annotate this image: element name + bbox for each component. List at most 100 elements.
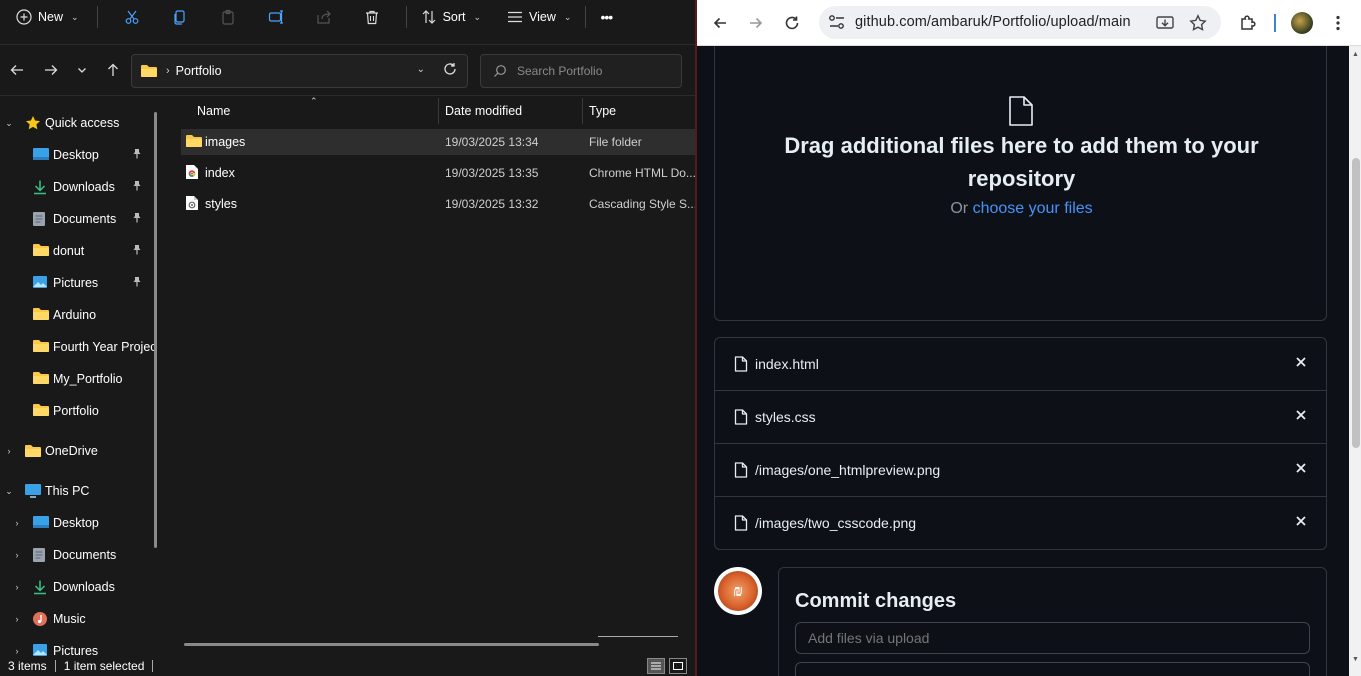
nav-this-pc[interactable]: ⌄ This PC: [0, 476, 150, 506]
cut-button[interactable]: [108, 2, 156, 32]
pin-icon[interactable]: [132, 212, 142, 226]
nav-quick-access[interactable]: ⌄ Quick access: [0, 108, 150, 138]
chevron-right-icon[interactable]: ›: [3, 446, 15, 456]
extensions-button[interactable]: [1236, 11, 1260, 35]
horizontal-scrollbar[interactable]: [184, 643, 599, 646]
share-button[interactable]: [300, 2, 348, 32]
status-divider: [152, 660, 154, 672]
file-row[interactable]: index 19/03/2025 13:35 Chrome HTML Do...: [181, 160, 695, 186]
more-options-button[interactable]: •••: [596, 2, 616, 32]
column-header-date[interactable]: Date modified: [445, 96, 522, 126]
browser-menu-button[interactable]: [1326, 11, 1350, 35]
pin-icon[interactable]: [132, 244, 142, 258]
pc-item-music[interactable]: › Music: [0, 604, 150, 634]
delete-button[interactable]: [348, 2, 396, 32]
sidebar-item-arduino[interactable]: Arduino: [0, 300, 150, 330]
browser-forward-button[interactable]: [744, 11, 768, 35]
remove-file-button[interactable]: [1295, 355, 1307, 373]
nav-onedrive[interactable]: › OneDrive: [0, 436, 150, 466]
refresh-icon: [444, 63, 456, 75]
remove-file-button[interactable]: [1295, 514, 1307, 532]
chevron-right-icon[interactable]: ›: [11, 518, 23, 528]
sidebar-item-my-portfolio[interactable]: My_Portfolio: [0, 364, 150, 394]
remove-file-button[interactable]: [1295, 461, 1307, 479]
pin-icon[interactable]: [132, 148, 142, 162]
pc-item-desktop[interactable]: › Desktop: [0, 508, 150, 538]
search-input[interactable]: Search Portfolio: [480, 54, 682, 88]
pc-item-documents[interactable]: › Documents: [0, 540, 150, 570]
tiles-view-button[interactable]: [669, 658, 687, 674]
details-view-button[interactable]: [647, 658, 665, 674]
chevron-right-icon[interactable]: ›: [11, 582, 23, 592]
chevron-right-icon[interactable]: ›: [11, 646, 23, 656]
column-header-type[interactable]: Type: [589, 96, 616, 126]
pin-icon[interactable]: [132, 180, 142, 194]
commit-description-input[interactable]: [795, 662, 1310, 676]
copy-button[interactable]: [156, 2, 204, 32]
site-settings-icon[interactable]: [828, 14, 846, 30]
file-row[interactable]: styles 19/03/2025 13:32 Cascading Style S.…: [181, 191, 695, 217]
document-icon: [32, 211, 50, 227]
sidebar-item-portfolio[interactable]: Portfolio: [0, 396, 150, 426]
sidebar-item-documents[interactable]: Documents: [0, 204, 150, 234]
sidebar-item-donut[interactable]: donut: [0, 236, 150, 266]
browser-reload-button[interactable]: [780, 11, 804, 35]
file-type: File folder: [589, 135, 642, 149]
chevron-right-icon[interactable]: ›: [11, 550, 23, 560]
address-bar[interactable]: › Portfolio ⌄: [131, 54, 468, 88]
pin-icon[interactable]: [132, 276, 142, 290]
user-avatar[interactable]: ₪: [714, 567, 762, 615]
recent-locations-button[interactable]: [68, 55, 96, 85]
uploaded-files-list: index.html styles.css/images/one_htmlprev…: [714, 337, 1327, 550]
scroll-up-arrow[interactable]: ▲: [1352, 51, 1359, 58]
new-button[interactable]: New ⌄: [12, 2, 87, 32]
rename-button[interactable]: [252, 2, 300, 32]
sidebar-item-label: Fourth Year Projec: [53, 340, 157, 354]
page-scrollbar[interactable]: ▲ ▼: [1349, 46, 1361, 676]
file-row[interactable]: images 19/03/2025 13:34 File folder: [181, 129, 695, 155]
chevron-right-icon[interactable]: ›: [11, 614, 23, 624]
scrollbar-thumb[interactable]: [1352, 158, 1360, 448]
column-header-name[interactable]: Name: [197, 96, 230, 126]
paste-button[interactable]: [204, 2, 252, 32]
install-app-button[interactable]: [1153, 11, 1177, 35]
toolbar-divider: [405, 6, 407, 28]
browser-toolbar: github.com/ambaruk/Portfolio/upload/main: [697, 0, 1361, 46]
file-date: 19/03/2025 13:35: [445, 166, 539, 180]
view-button[interactable]: View ⌄: [503, 2, 575, 32]
pc-item-downloads[interactable]: › Downloads: [0, 572, 150, 602]
status-divider: [54, 660, 56, 672]
view-list-icon: [508, 11, 523, 23]
uploaded-file-item: /images/one_htmlpreview.png: [715, 444, 1326, 497]
pc-item-label: Desktop: [53, 516, 99, 530]
browser-back-button[interactable]: [708, 11, 732, 35]
sort-ascending-icon: ⌃: [310, 96, 318, 106]
file-icon: [734, 409, 748, 428]
file-icon: [734, 462, 748, 481]
chevron-down-icon[interactable]: ⌄: [3, 118, 15, 129]
choose-files-link[interactable]: choose your files: [973, 200, 1093, 217]
refresh-button[interactable]: [443, 62, 457, 79]
chevron-down-icon[interactable]: ⌄: [417, 64, 425, 75]
scroll-down-arrow[interactable]: ▼: [1352, 656, 1359, 663]
sidebar-item-fourth-year-projec[interactable]: Fourth Year Projec: [0, 332, 157, 362]
sidebar-item-pictures[interactable]: Pictures: [0, 268, 150, 298]
commit-summary-input[interactable]: [795, 622, 1310, 654]
column-divider[interactable]: [582, 98, 583, 124]
back-button[interactable]: [0, 55, 34, 85]
chevron-down-icon[interactable]: ⌄: [3, 486, 15, 497]
bookmark-button[interactable]: [1186, 11, 1210, 35]
file-drop-zone[interactable]: Drag additional files here to add them t…: [714, 46, 1327, 321]
forward-button[interactable]: [34, 55, 68, 85]
sidebar-item-downloads[interactable]: Downloads: [0, 172, 150, 202]
up-button[interactable]: [96, 55, 130, 85]
pictures-icon: [32, 275, 50, 291]
column-divider[interactable]: [438, 98, 439, 124]
sort-button[interactable]: Sort ⌄: [417, 2, 485, 32]
breadcrumb-current[interactable]: Portfolio: [176, 64, 222, 78]
profile-avatar[interactable]: [1291, 12, 1313, 34]
pc-item-pictures[interactable]: › Pictures: [0, 636, 150, 657]
nav-scrollbar[interactable]: [154, 112, 157, 548]
sidebar-item-desktop[interactable]: Desktop: [0, 140, 150, 170]
remove-file-button[interactable]: [1295, 408, 1307, 426]
